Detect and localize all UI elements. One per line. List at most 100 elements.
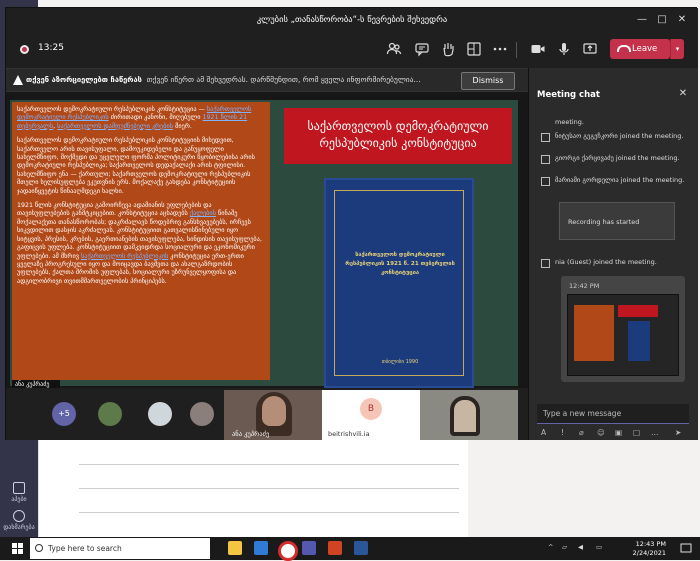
slide-paragraph-2: საქართველოს დემოკრატიული რესპუბლიკის კონ… [17,137,255,195]
banner-bold-text: თქვენ აზორციელებთ ჩაწერას [26,75,142,84]
system-tray: ^ ▱ ◀ ▭ [548,543,616,553]
chat-system-message: nia (Guest) joined the meeting. [537,258,687,268]
leave-label: Leave [632,44,658,54]
chat-image-message[interactable]: 12:42 PM [561,276,685,382]
format-icon[interactable]: A [541,428,546,437]
leave-options-chevron-icon[interactable]: ▾ [670,39,684,59]
close-chat-icon[interactable]: ✕ [677,88,689,100]
camera-icon[interactable] [530,41,546,57]
send-icon[interactable]: ➤ [675,428,681,437]
close-window-button[interactable]: ✕ [674,12,690,28]
recording-icon [20,45,29,54]
taskbar-search-input[interactable]: Type here to search [30,538,210,559]
recording-started-card[interactable]: Recording has started [559,202,675,240]
dismiss-button[interactable]: Dismiss [461,72,515,90]
powerpoint-icon[interactable] [328,541,342,555]
join-icon [541,259,550,268]
participant-name: beitrishvili.ia [328,430,370,438]
participant-avatar[interactable] [190,402,214,426]
file-explorer-icon[interactable] [228,541,242,555]
chat-icon[interactable] [414,41,430,57]
rail-apps-label: აპები [11,496,27,503]
rail-item-apps[interactable]: აპები [0,482,38,503]
meeting-toolbar: 13:25 Leave ▾ [6,32,698,68]
meeting-chat-panel: Meeting chat ✕ meeting. ნიტუსაო გეგეჩკორ… [528,68,698,440]
title-bar: კლუბის „თანასწორობა“-ს წევრების შეხვედრა… [6,8,698,32]
notifications-icon[interactable] [680,542,692,554]
taskbar-clock[interactable]: 12:43 PM 2/24/2021 [618,540,666,557]
recording-banner: თქვენ აზორციელებთ ჩაწერას თქვენ იწერთ ამ… [6,68,528,92]
windows-taskbar: Type here to search ^ ▱ ◀ ▭ 12:43 PM 2/2… [0,537,700,561]
maximize-button[interactable]: □ [654,12,670,28]
meeting-window: კლუბის „თანასწორობა“-ს წევრების შეხვედრა… [5,7,698,440]
chat-message-input[interactable]: Type a new message [537,404,689,424]
slide-paragraph-1: საქართველოს დემოკრატიული რესპუბლიკის კონ… [17,106,252,130]
presentation-slide: საქართველოს დემოკრატიული რესპუბლიკის კონ… [10,100,518,388]
apps-icon [13,482,25,494]
chat-system-message: meeting. [555,118,584,126]
participant-video-tile[interactable] [420,390,518,440]
people-icon[interactable] [386,41,402,57]
chevron-up-icon[interactable]: ^ [548,543,553,551]
chat-system-message: მარიამი გორდელია joined the meeting. [537,176,687,186]
chat-system-message: ნიტუსაო გეგეჩკორი joined the meeting. [537,132,687,142]
rail-item-help[interactable]: დახმარება [0,510,38,531]
join-icon [541,177,550,186]
join-icon [541,133,550,142]
keyboard-icon[interactable]: ▭ [596,543,602,551]
book-title-text: საქართველოს დემოკრატიული რესპუბლიკის 192… [345,252,455,276]
shared-screen: საქართველოს დემოკრატიული რესპუბლიკის კონ… [6,92,528,390]
book-cover-image: საქართველოს დემოკრატიული რესპუბლიკის 192… [324,178,474,388]
important-icon[interactable]: ! [561,428,564,437]
rail-help-label: დახმარება [3,524,35,531]
participant-name: ანა კუპრაძე [232,430,270,438]
gif-icon[interactable]: ▣ [615,428,622,437]
more-participants-button[interactable]: +5 [52,402,76,426]
warning-icon [13,75,23,85]
breakout-rooms-icon[interactable] [466,41,482,57]
leave-button[interactable]: Leave [610,39,670,59]
meeting-timer: 13:25 [38,43,64,53]
help-icon [13,510,25,522]
windows-start-icon[interactable] [12,543,23,554]
participant-avatar[interactable] [148,402,172,426]
participant-strip: +5 ანა კუპრაძე B beitrishvili.ia [6,388,528,440]
message-time: 12:42 PM [569,282,600,290]
slide-paragraph-3: 1921 წლის კონსტიტუცია გამოირჩევა ადამიან… [17,202,262,285]
minimize-button[interactable]: — [634,12,650,28]
banner-message: თქვენ აზორციელებთ ჩაწერას თქვენ იწერთ ამ… [26,75,441,84]
more-compose-icon[interactable]: … [651,428,659,437]
attach-icon[interactable]: ⌀ [579,428,584,437]
chat-compose-toolbar: A ! ⌀ ☺ ▣ □ … ➤ [537,428,689,438]
participant-avatar: B [360,398,382,420]
chat-system-message: გიორგი ქარცივაძე joined the meeting. [537,154,687,164]
opera-icon[interactable] [278,541,298,561]
clock-time: 12:43 PM [635,540,666,548]
microphone-icon[interactable] [556,41,572,57]
book-publisher-text: თბილისი 1990 [381,359,419,365]
participant-video-tile[interactable]: ანა კუპრაძე [224,390,322,440]
slide-text-column: საქართველოს დემოკრატიული რესპუბლიკის კონ… [12,102,270,380]
banner-body-text: თქვენ იწერთ ამ შეხვედრას. დარწმუნდით, რო… [146,75,421,84]
screenshot-thumbnail[interactable] [567,294,679,376]
raise-hand-icon[interactable] [440,41,456,57]
chat-title: Meeting chat [537,90,600,100]
hang-up-icon [617,45,631,52]
share-screen-icon[interactable] [582,41,598,57]
network-icon[interactable]: ▱ [562,543,567,551]
background-document [38,440,468,537]
emoji-icon[interactable]: ☺ [597,428,605,437]
search-icon [35,544,43,552]
window-title: კლუბის „თანასწორობა“-ს წევრების შეხვედრა [256,15,448,25]
word-icon[interactable] [354,541,368,555]
teams-icon[interactable] [302,541,316,555]
sticker-icon[interactable]: □ [633,428,640,437]
edge-icon[interactable] [254,541,268,555]
volume-icon[interactable]: ◀ [578,543,583,551]
participant-avatar[interactable] [98,402,122,426]
participant-tile[interactable]: B beitrishvili.ia [322,390,420,440]
more-options-icon[interactable] [492,41,508,57]
join-icon [541,155,550,164]
slide-title: საქართველოს დემოკრატიული რესპუბლიკის კონ… [284,108,512,164]
clock-date: 2/24/2021 [632,548,666,557]
